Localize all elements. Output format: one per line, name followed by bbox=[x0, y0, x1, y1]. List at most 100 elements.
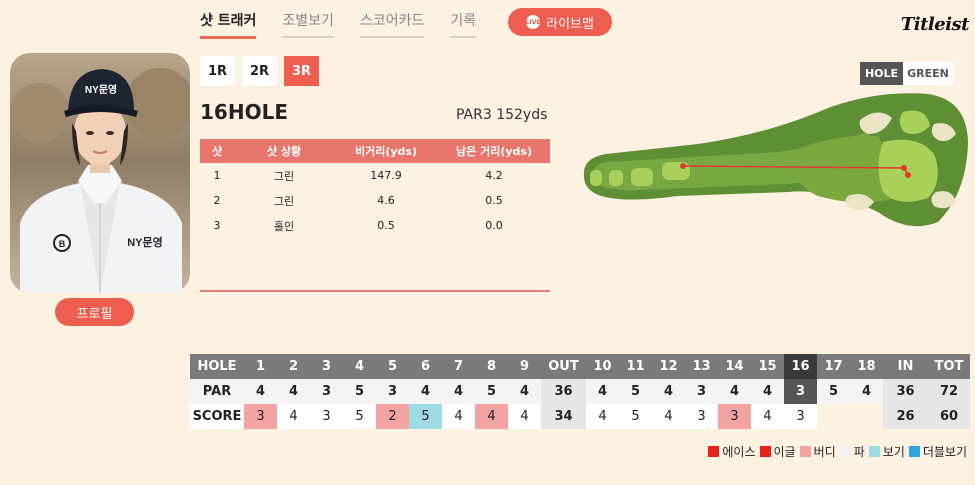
score-cell bbox=[850, 404, 883, 429]
tab-scorecard[interactable]: 스코어카드 bbox=[359, 8, 425, 38]
shot-table: 샷 샷 상황 비거리(yds) 남은 거리(yds) 1 그린 147.9 4.… bbox=[200, 139, 550, 238]
hole-cell: 5 bbox=[376, 354, 409, 379]
hole-title: 16HOLE bbox=[200, 100, 288, 124]
scorecard-table: HOLE 1 2 3 4 5 6 7 8 9 OUT 10 11 12 13 14 15 16 17 18 IN TOT … bbox=[190, 354, 970, 429]
shot-row: 1 그린 147.9 4.2 bbox=[200, 163, 550, 188]
shot-number: 3 bbox=[213, 219, 221, 232]
score-cell: 3 bbox=[244, 404, 277, 429]
shot-distance: 4.6 bbox=[377, 194, 395, 207]
shot-table-divider bbox=[200, 290, 550, 292]
row-label: HOLE bbox=[190, 354, 244, 379]
green-view-button[interactable]: GREEN bbox=[903, 62, 953, 85]
round-3-button[interactable]: 3R bbox=[284, 56, 319, 86]
score-cell: 3 bbox=[685, 404, 718, 429]
total-cell: 36 bbox=[541, 379, 586, 404]
jacket-logo-text: NY문영 bbox=[127, 236, 163, 249]
hole-cell: 18 bbox=[850, 354, 883, 379]
score-cell: 2 bbox=[376, 404, 409, 429]
top-nav: 샷 트래커 조별보기 스코어카드 기록 LIVE 라이브맵 bbox=[200, 8, 612, 39]
hole-cell: 7 bbox=[442, 354, 475, 379]
shot-point bbox=[905, 172, 911, 178]
hole-cell: 9 bbox=[508, 354, 541, 379]
hole-cell: 15 bbox=[751, 354, 784, 379]
hole-cell: 1 bbox=[244, 354, 277, 379]
shot-point bbox=[680, 163, 686, 169]
par-cell: 4 bbox=[586, 379, 619, 404]
legend-label: 버디 bbox=[813, 445, 836, 459]
brand-logo: Titleist bbox=[900, 14, 970, 35]
legend-label: 이글 bbox=[773, 445, 796, 459]
legend-swatch bbox=[839, 446, 851, 457]
tab-shot-tracker[interactable]: 샷 트래커 bbox=[200, 8, 257, 39]
score-cell: 4 bbox=[508, 404, 541, 429]
score-cell: 4 bbox=[652, 404, 685, 429]
hole-cell: 8 bbox=[475, 354, 508, 379]
par-cell: 3 bbox=[376, 379, 409, 404]
par-cell: 4 bbox=[442, 379, 475, 404]
legend-item: 더블보기 bbox=[908, 443, 967, 460]
total-cell: 60 bbox=[928, 404, 970, 429]
total-cell: 26 bbox=[883, 404, 928, 429]
shot-row: 3 홀인 0.5 0.0 bbox=[200, 213, 550, 238]
par-cell: 5 bbox=[619, 379, 652, 404]
score-cell: 3 bbox=[310, 404, 343, 429]
total-cell: TOT bbox=[928, 354, 970, 379]
live-map-button[interactable]: LIVE 라이브맵 bbox=[508, 8, 612, 36]
legend-label: 파 bbox=[853, 445, 865, 459]
score-cell: 3 bbox=[784, 404, 817, 429]
score-legend: 에이스 이글 버디 파 보기 더블보기 bbox=[708, 443, 967, 460]
shot-row: 2 그린 4.6 0.5 bbox=[200, 188, 550, 213]
par-cell: 3 bbox=[784, 379, 817, 404]
total-cell: OUT bbox=[541, 354, 586, 379]
shot-situation: 그린 bbox=[273, 194, 295, 208]
tee-box bbox=[609, 170, 623, 186]
situation-col-header: 샷 상황 bbox=[234, 139, 334, 163]
par-cell: 5 bbox=[343, 379, 376, 404]
legend-label: 보기 bbox=[882, 445, 905, 459]
player-illustration: NY문영 B NY문영 bbox=[10, 68, 190, 293]
row-label: PAR bbox=[190, 379, 244, 404]
hole-par-info: PAR3 152yds bbox=[456, 107, 548, 123]
legend-item: 에이스 bbox=[708, 443, 756, 460]
hole-cell: 4 bbox=[343, 354, 376, 379]
shot-situation: 홀인 bbox=[273, 219, 295, 233]
score-cell: 5 bbox=[619, 404, 652, 429]
par-cell: 5 bbox=[475, 379, 508, 404]
shot-col-header: 샷 bbox=[200, 139, 234, 163]
live-map-label: 라이브맵 bbox=[546, 16, 594, 32]
par-cell: 4 bbox=[850, 379, 883, 404]
total-cell: 34 bbox=[541, 404, 586, 429]
legend-swatch bbox=[868, 446, 880, 457]
shot-remaining: 4.2 bbox=[485, 169, 503, 182]
score-cell: 4 bbox=[751, 404, 784, 429]
profile-button[interactable]: 프로필 bbox=[55, 298, 134, 326]
total-cell: 36 bbox=[883, 379, 928, 404]
par-cell: 5 bbox=[817, 379, 850, 404]
legend-label: 에이스 bbox=[722, 445, 756, 459]
hole-cell: 10 bbox=[586, 354, 619, 379]
legend-item: 이글 bbox=[759, 443, 796, 460]
tee-box bbox=[590, 170, 602, 186]
shot-remaining: 0.0 bbox=[485, 219, 503, 232]
score-row: SCORE 3 4 3 5 2 5 4 4 4 34 4 5 4 3 3 4 3 26 60 bbox=[190, 404, 970, 429]
par-cell: 3 bbox=[310, 379, 343, 404]
par-cell: 4 bbox=[652, 379, 685, 404]
hole-map[interactable] bbox=[578, 84, 970, 232]
hole-cell: 12 bbox=[652, 354, 685, 379]
legend-swatch bbox=[708, 446, 720, 457]
round-2-button[interactable]: 2R bbox=[242, 56, 277, 86]
round-1-button[interactable]: 1R bbox=[200, 56, 235, 86]
tab-records[interactable]: 기록 bbox=[450, 8, 477, 38]
hole-cell: 2 bbox=[277, 354, 310, 379]
total-cell: 72 bbox=[928, 379, 970, 404]
round-selector: 1R 2R 3R bbox=[200, 56, 319, 86]
hole-cell: 6 bbox=[409, 354, 442, 379]
hole-cell: 14 bbox=[718, 354, 751, 379]
shot-distance: 0.5 bbox=[377, 219, 395, 232]
tab-groups[interactable]: 조별보기 bbox=[282, 8, 334, 38]
hole-view-button[interactable]: HOLE bbox=[860, 62, 903, 85]
legend-item: 파 bbox=[839, 443, 865, 460]
total-cell: IN bbox=[883, 354, 928, 379]
shot-situation: 그린 bbox=[273, 169, 295, 183]
score-cell: 5 bbox=[343, 404, 376, 429]
